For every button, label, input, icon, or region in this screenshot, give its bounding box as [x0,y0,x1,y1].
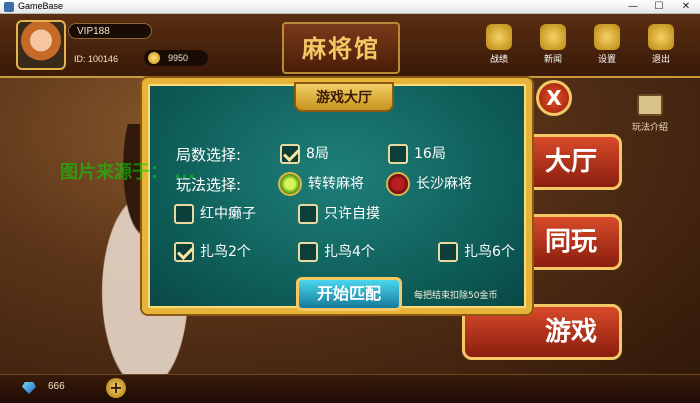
avatar[interactable] [16,20,66,70]
records-label: 战绩 [489,55,508,65]
settings-button[interactable]: 设置 [590,24,624,65]
news-label: 新闻 [543,55,562,65]
checkbox-icon [388,144,408,164]
vip-level: VIP188 [68,23,152,39]
records-button[interactable]: 战绩 [482,24,516,65]
rules-button[interactable]: 玩法介绍 [628,94,672,133]
round-option-8[interactable]: 8局 [280,144,329,164]
news-button[interactable]: 新闻 [536,24,570,65]
bird-option-6[interactable]: 扎鸟6个 [438,242,515,262]
book-icon [637,94,663,116]
bottom-bar [0,374,700,403]
minimize-button[interactable]: — [620,0,646,14]
checkbox-icon [298,204,318,224]
game-logo: 麻将馆 [282,22,400,74]
exit-button[interactable]: 退出 [644,24,678,65]
checkbox-icon [174,204,194,224]
settings-label: 设置 [597,55,616,65]
rule-option-hongzhong[interactable]: 红中癞子 [174,204,256,224]
mode-option-zhuanzhuan[interactable]: 转转麻将 [278,172,364,196]
person-icon [540,24,566,50]
coin-icon [148,52,160,64]
watermark: 图片来源于： ... [60,162,195,183]
dialog-close-button[interactable]: X [536,80,572,116]
checkbox-icon [438,242,458,262]
bird-option-2[interactable]: 扎鸟2个 [174,242,251,262]
diamond-count: 666 [48,381,65,392]
checkbox-checked-icon [174,242,194,262]
window-close-button[interactable]: ✕ [672,0,700,14]
radio-selected-icon [278,172,302,196]
power-icon [648,24,674,50]
add-diamonds-button[interactable]: + [106,378,126,398]
mode-option-changsha[interactable]: 长沙麻将 [386,172,472,196]
window-titlebar: GameBase — ☐ ✕ [0,0,700,14]
rules-label: 玩法介绍 [631,123,668,133]
round-option-16[interactable]: 16局 [388,144,446,164]
window-title: GameBase [18,1,64,11]
trophy-icon [486,24,512,50]
start-match-button[interactable]: 开始匹配 [296,277,402,311]
gear-icon [594,24,620,50]
bird-option-4[interactable]: 扎鸟4个 [298,242,375,262]
radio-icon [386,172,410,196]
cost-note: 每把结束扣除50金币 [414,291,498,301]
maximize-button[interactable]: ☐ [646,0,672,14]
app-icon [4,2,14,12]
dialog-title: 游戏大厅 [294,82,394,112]
checkbox-icon [298,242,318,262]
checkbox-checked-icon [280,144,300,164]
rule-option-zimo[interactable]: 只许自摸 [298,204,380,224]
player-id: ID: 100146 [74,54,119,64]
exit-label: 退出 [651,55,670,65]
